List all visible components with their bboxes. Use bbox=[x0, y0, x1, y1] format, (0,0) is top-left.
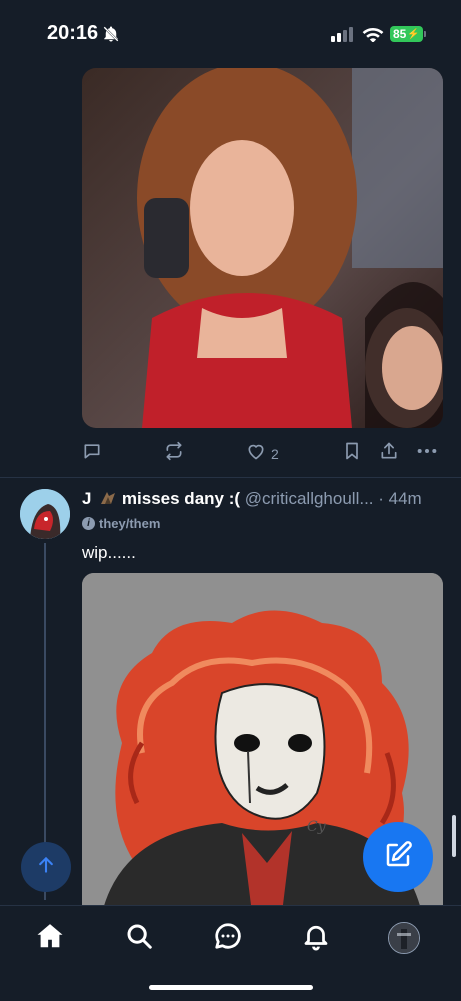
like-count: 2 bbox=[271, 445, 279, 462]
post-timestamp[interactable]: 44m bbox=[389, 489, 422, 508]
like-button[interactable]: 2 bbox=[246, 441, 279, 466]
ellipsis-icon bbox=[416, 441, 438, 466]
scrollbar[interactable] bbox=[452, 815, 456, 857]
search-icon bbox=[124, 921, 154, 956]
home-indicator bbox=[149, 985, 313, 990]
emoji-icon bbox=[99, 490, 117, 506]
artist-watermark: Cy bbox=[307, 819, 327, 835]
compose-button[interactable] bbox=[363, 822, 433, 892]
cellular-signal-icon bbox=[331, 27, 353, 42]
repost-button[interactable] bbox=[164, 441, 184, 466]
reply-button[interactable] bbox=[82, 441, 102, 466]
tab-search[interactable] bbox=[121, 920, 157, 956]
bookmark-icon bbox=[342, 441, 362, 466]
reply-icon bbox=[82, 441, 102, 466]
wifi-icon bbox=[362, 25, 384, 47]
info-icon: i bbox=[82, 517, 95, 530]
tab-notifications[interactable] bbox=[298, 920, 334, 956]
scroll-to-top-button[interactable] bbox=[21, 842, 71, 892]
pronouns-row: i they/them bbox=[82, 516, 160, 531]
display-name-suffix: misses dany :( bbox=[117, 489, 241, 508]
bell-icon bbox=[301, 921, 331, 956]
home-icon bbox=[35, 921, 65, 956]
arrow-up-icon bbox=[36, 855, 56, 880]
author-line[interactable]: J misses dany :( @criticallghoull... · 4… bbox=[82, 489, 422, 509]
tab-home[interactable] bbox=[32, 920, 68, 956]
display-name[interactable]: J bbox=[82, 489, 91, 508]
tab-chat[interactable] bbox=[210, 920, 246, 956]
pronouns: they/them bbox=[99, 516, 161, 531]
bookmark-button[interactable] bbox=[342, 441, 362, 466]
share-button[interactable] bbox=[379, 441, 399, 466]
profile-avatar bbox=[388, 922, 420, 954]
post-image[interactable] bbox=[82, 68, 443, 428]
post-text: wip...... bbox=[82, 543, 136, 562]
separator: · bbox=[373, 489, 389, 508]
status-time: 20:16 bbox=[47, 22, 99, 44]
battery-level: 85 bbox=[393, 27, 407, 41]
post-divider bbox=[0, 477, 461, 478]
battery-indicator: 85 ⚡ bbox=[390, 26, 426, 42]
more-options-button[interactable] bbox=[416, 441, 438, 466]
share-icon bbox=[379, 441, 399, 466]
chat-icon bbox=[213, 921, 243, 956]
author-handle[interactable]: @criticallghoull... bbox=[245, 489, 374, 508]
repost-icon bbox=[164, 441, 184, 466]
heart-icon bbox=[246, 441, 266, 466]
compose-icon bbox=[383, 840, 413, 875]
avatar[interactable] bbox=[20, 489, 70, 539]
silent-mode-icon bbox=[102, 25, 120, 48]
tab-profile[interactable] bbox=[386, 920, 422, 956]
